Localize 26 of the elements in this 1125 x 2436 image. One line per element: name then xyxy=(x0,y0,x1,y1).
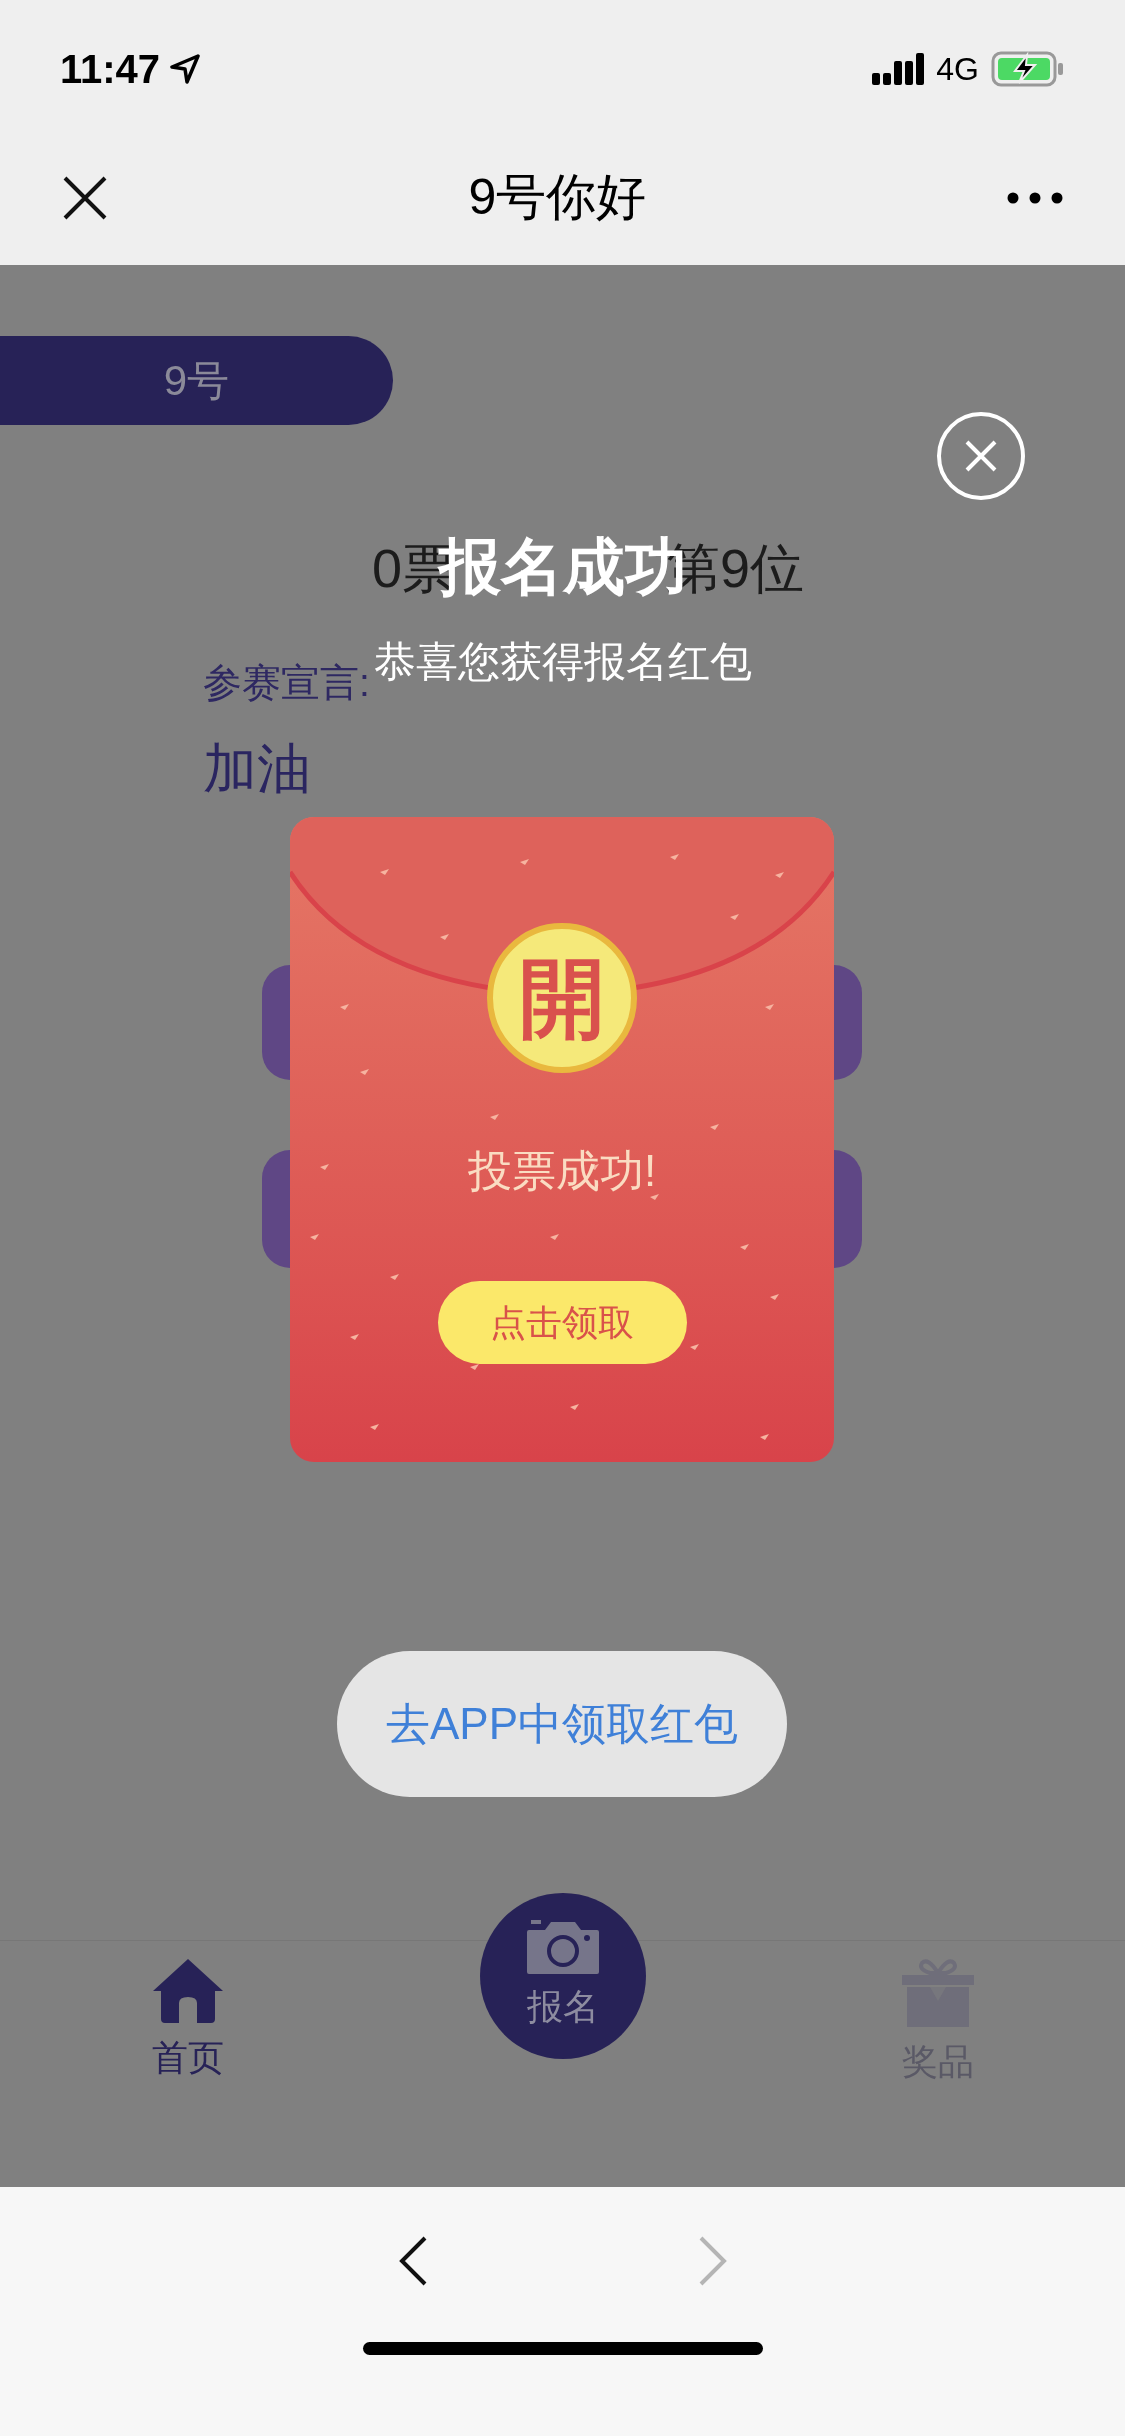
camera-icon xyxy=(524,1918,601,1976)
more-button[interactable] xyxy=(1007,190,1063,205)
signup-tab[interactable]: 报名 xyxy=(479,1893,646,2059)
network-label: 4G xyxy=(936,50,979,89)
contestant-number-tag: 9号 xyxy=(0,336,393,425)
home-tab[interactable]: 首页 xyxy=(150,1957,225,2085)
close-icon xyxy=(964,439,998,473)
status-time: 11:47 xyxy=(60,46,161,93)
toast-message: 去APP中领取红包 xyxy=(337,1651,787,1797)
back-button[interactable] xyxy=(397,2235,428,2287)
modal-subtitle: 恭喜您获得报名红包 xyxy=(373,637,752,687)
battery-charging-icon xyxy=(991,51,1065,87)
modal-close-button[interactable] xyxy=(937,412,1025,500)
open-seal-button[interactable]: 開 xyxy=(487,923,637,1073)
back-icon xyxy=(397,2235,428,2287)
claim-button[interactable]: 点击领取 xyxy=(437,1281,687,1364)
declaration-label: 参赛宣言: xyxy=(203,660,370,706)
envelope-message: 投票成功! xyxy=(467,1146,657,1196)
location-arrow-icon xyxy=(170,54,201,84)
close-icon xyxy=(62,174,108,221)
page-title: 9号你好 xyxy=(468,168,647,227)
signal-icon xyxy=(872,53,925,85)
forward-icon xyxy=(697,2235,728,2287)
close-button[interactable] xyxy=(62,174,108,221)
more-icon xyxy=(1007,191,1063,204)
declaration-text: 加油 xyxy=(203,737,311,799)
